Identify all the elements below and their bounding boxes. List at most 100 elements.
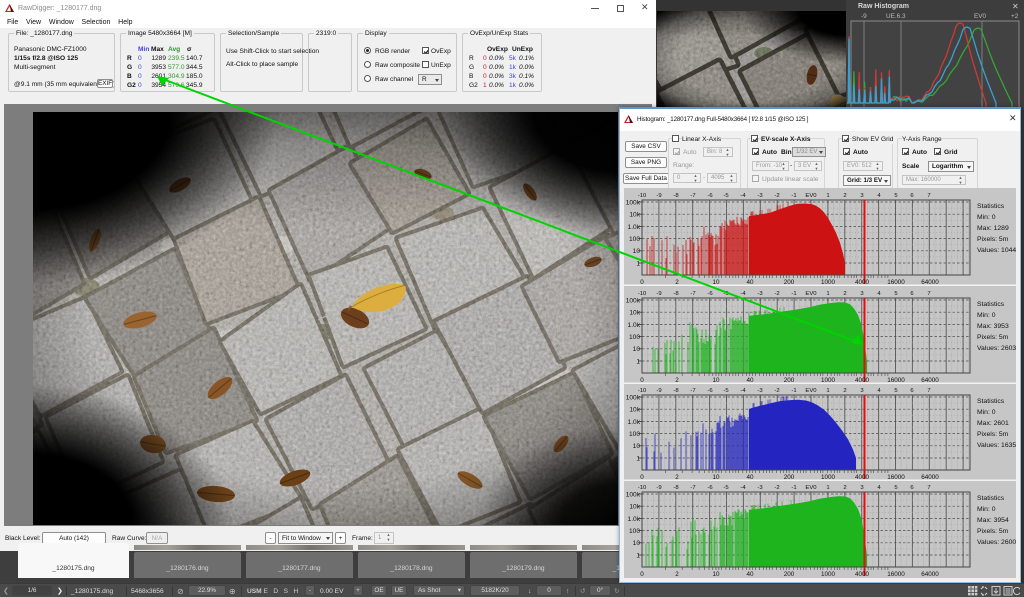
svg-text:Statistics: Statistics — [977, 203, 1005, 210]
svg-text:-3: -3 — [757, 485, 763, 491]
svg-text:1.0k: 1.0k — [628, 419, 641, 426]
svg-text:1: 1 — [826, 388, 829, 394]
svg-text:-3: -3 — [757, 291, 763, 297]
svg-text:4000: 4000 — [855, 571, 870, 578]
svg-text:Statistics: Statistics — [977, 495, 1005, 502]
svg-text:2: 2 — [843, 485, 846, 491]
svg-text:100: 100 — [629, 334, 640, 341]
svg-text:100k: 100k — [626, 491, 641, 498]
svg-text:-4: -4 — [740, 485, 746, 491]
svg-text:-4: -4 — [740, 291, 746, 297]
svg-text:-8: -8 — [673, 485, 679, 491]
svg-text:5: 5 — [894, 485, 898, 491]
svg-text:3: 3 — [860, 291, 864, 297]
svg-text:1: 1 — [636, 260, 640, 267]
svg-text:6: 6 — [910, 291, 914, 297]
svg-text:6: 6 — [910, 485, 914, 491]
svg-text:-2: -2 — [774, 193, 779, 199]
svg-text:-1: -1 — [791, 291, 796, 297]
svg-text:10k: 10k — [629, 504, 640, 511]
svg-text:-1: -1 — [791, 388, 796, 394]
svg-text:EV0: EV0 — [805, 291, 817, 297]
svg-text:Pixels: 5m: Pixels: 5m — [977, 528, 1009, 535]
svg-text:-2: -2 — [774, 291, 779, 297]
svg-text:4: 4 — [877, 193, 881, 199]
svg-text:1: 1 — [826, 193, 829, 199]
svg-text:64000: 64000 — [921, 571, 939, 578]
svg-text:-6: -6 — [707, 291, 713, 297]
svg-text:7: 7 — [927, 388, 930, 394]
svg-text:EV0: EV0 — [805, 485, 817, 491]
svg-text:Pixels: 5m: Pixels: 5m — [977, 236, 1009, 243]
svg-text:2: 2 — [843, 388, 846, 394]
svg-text:Max: 3954: Max: 3954 — [977, 517, 1009, 524]
svg-text:-7: -7 — [690, 291, 695, 297]
svg-text:Values: 1044: Values: 1044 — [977, 247, 1016, 254]
svg-text:4: 4 — [877, 388, 881, 394]
svg-text:10k: 10k — [629, 310, 640, 317]
svg-text:-5: -5 — [723, 485, 729, 491]
svg-text:-6: -6 — [707, 388, 713, 394]
svg-text:Pixels: 5m: Pixels: 5m — [977, 334, 1009, 341]
svg-text:1: 1 — [636, 552, 640, 559]
svg-text:Values: 2600: Values: 2600 — [977, 539, 1016, 546]
svg-text:-10: -10 — [638, 291, 647, 297]
svg-text:Max: 3953: Max: 3953 — [977, 323, 1009, 330]
svg-text:Min: 0: Min: 0 — [977, 409, 996, 416]
svg-text:5: 5 — [894, 193, 898, 199]
svg-text:-9: -9 — [656, 485, 661, 491]
svg-text:-2: -2 — [774, 388, 779, 394]
svg-text:-8: -8 — [673, 291, 679, 297]
svg-text:2: 2 — [843, 193, 846, 199]
svg-text:-5: -5 — [723, 193, 729, 199]
svg-text:10k: 10k — [629, 407, 640, 414]
svg-text:100k: 100k — [626, 199, 641, 206]
svg-text:16000: 16000 — [887, 571, 905, 578]
svg-text:-6: -6 — [707, 485, 713, 491]
svg-text:10: 10 — [633, 346, 641, 353]
svg-text:1.0k: 1.0k — [628, 516, 641, 523]
svg-text:5: 5 — [894, 291, 898, 297]
svg-text:4: 4 — [877, 485, 881, 491]
svg-text:100k: 100k — [626, 394, 641, 401]
svg-text:10: 10 — [633, 248, 641, 255]
svg-text:-9: -9 — [656, 291, 661, 297]
svg-text:-2: -2 — [774, 485, 779, 491]
svg-text:1: 1 — [636, 455, 640, 462]
svg-text:Min: 0: Min: 0 — [977, 312, 996, 319]
svg-text:1000: 1000 — [821, 571, 836, 578]
svg-text:10: 10 — [712, 571, 720, 578]
svg-text:Statistics: Statistics — [977, 301, 1005, 308]
svg-text:3: 3 — [860, 485, 864, 491]
svg-text:Statistics: Statistics — [977, 398, 1005, 405]
svg-text:1.0k: 1.0k — [628, 224, 641, 231]
svg-text:-5: -5 — [723, 291, 729, 297]
svg-text:4: 4 — [877, 291, 881, 297]
svg-text:40: 40 — [746, 571, 754, 578]
svg-text:100k: 100k — [626, 297, 641, 304]
svg-text:10k: 10k — [629, 212, 640, 219]
svg-text:EV0: EV0 — [805, 388, 817, 394]
svg-text:EV0: EV0 — [805, 193, 817, 199]
svg-text:7: 7 — [927, 193, 930, 199]
svg-text:100: 100 — [629, 431, 640, 438]
svg-text:-7: -7 — [690, 388, 695, 394]
svg-text:6: 6 — [910, 193, 914, 199]
svg-text:Min: 0: Min: 0 — [977, 214, 996, 221]
svg-text:2: 2 — [675, 571, 679, 578]
svg-text:7: 7 — [927, 485, 930, 491]
svg-text:-3: -3 — [757, 388, 763, 394]
svg-text:7: 7 — [927, 291, 930, 297]
svg-text:6: 6 — [910, 388, 914, 394]
svg-text:Values: 1635: Values: 1635 — [977, 442, 1016, 449]
svg-text:-1: -1 — [791, 485, 796, 491]
svg-text:-9: -9 — [656, 388, 661, 394]
svg-text:-3: -3 — [757, 193, 763, 199]
svg-text:Max: 2601: Max: 2601 — [977, 420, 1009, 427]
svg-text:0: 0 — [640, 571, 644, 578]
svg-text:-10: -10 — [638, 485, 647, 491]
svg-text:1: 1 — [636, 358, 640, 365]
svg-text:-7: -7 — [690, 485, 695, 491]
svg-text:-6: -6 — [707, 193, 713, 199]
svg-text:100: 100 — [629, 528, 640, 535]
